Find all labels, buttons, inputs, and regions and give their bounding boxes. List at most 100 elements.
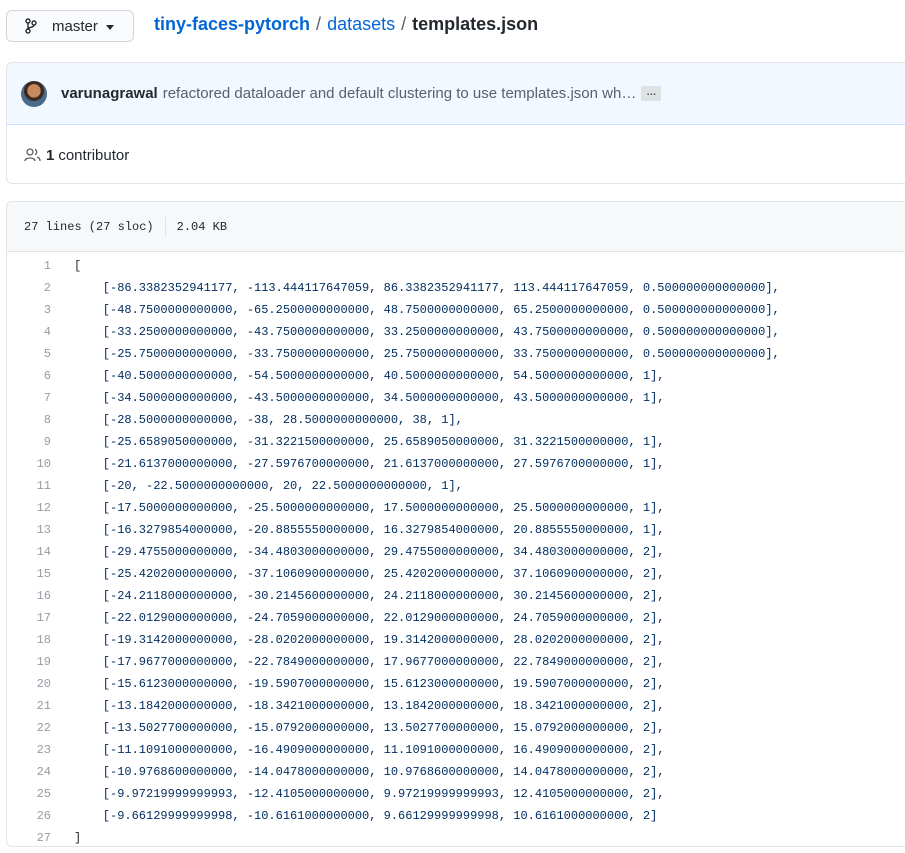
line-number[interactable]: 12 bbox=[7, 497, 74, 519]
user-avatar[interactable] bbox=[21, 80, 47, 107]
code-line-content: [-24.2118000000000, -30.2145600000000, 2… bbox=[74, 589, 665, 603]
file-line-count: 27 lines (27 sloc) bbox=[24, 219, 154, 234]
code-line: 17 [-22.0129000000000, -24.7059000000000… bbox=[7, 607, 905, 629]
code-line-content: [-13.1842000000000, -18.3421000000000, 1… bbox=[74, 699, 665, 713]
code-line-content: [-29.4755000000000, -34.4803000000000, 2… bbox=[74, 545, 665, 559]
breadcrumb-folder-link[interactable]: datasets bbox=[327, 14, 395, 34]
line-number[interactable]: 22 bbox=[7, 717, 74, 739]
code-line: 7 [-34.5000000000000, -43.5000000000000,… bbox=[7, 387, 905, 409]
people-icon bbox=[24, 147, 42, 163]
line-number[interactable]: 27 bbox=[7, 827, 74, 849]
line-number[interactable]: 4 bbox=[7, 321, 74, 343]
line-number[interactable]: 18 bbox=[7, 629, 74, 651]
file-info-header: 27 lines (27 sloc) 2.04 KB bbox=[7, 202, 905, 252]
code-line: 11 [-20, -22.5000000000000, 20, 22.50000… bbox=[7, 475, 905, 497]
code-line-content: [-17.9677000000000, -22.7849000000000, 1… bbox=[74, 655, 665, 669]
code-line-content: [-9.97219999999993, -12.4105000000000, 9… bbox=[74, 787, 665, 801]
breadcrumb-file-name: templates.json bbox=[412, 14, 539, 34]
line-number[interactable]: 17 bbox=[7, 607, 74, 629]
line-number[interactable]: 6 bbox=[7, 365, 74, 387]
line-number[interactable]: 13 bbox=[7, 519, 74, 541]
file-viewer: 27 lines (27 sloc) 2.04 KB 1[2 [-86.3382… bbox=[6, 201, 905, 847]
line-number[interactable]: 14 bbox=[7, 541, 74, 563]
code-line: 22 [-13.5027700000000, -15.0792000000000… bbox=[7, 717, 905, 739]
code-line: 19 [-17.9677000000000, -22.7849000000000… bbox=[7, 651, 905, 673]
code-line: 18 [-19.3142000000000, -28.0202000000000… bbox=[7, 629, 905, 651]
commit-header: varunagrawal refactored dataloader and d… bbox=[7, 63, 905, 125]
code-line: 10 [-21.6137000000000, -27.5976700000000… bbox=[7, 453, 905, 475]
code-line: 12 [-17.5000000000000, -25.5000000000000… bbox=[7, 497, 905, 519]
code-line-content: [-16.3279854000000, -20.8855550000000, 1… bbox=[74, 523, 665, 537]
code-line-content: [-9.66129999999998, -10.6161000000000, 9… bbox=[74, 809, 658, 823]
breadcrumb-repo-link[interactable]: tiny-faces-pytorch bbox=[154, 14, 310, 34]
code-line-content: [-17.5000000000000, -25.5000000000000, 1… bbox=[74, 501, 665, 515]
git-branch-icon bbox=[25, 18, 39, 34]
code-line-content: ] bbox=[74, 831, 82, 845]
line-number[interactable]: 5 bbox=[7, 343, 74, 365]
line-number[interactable]: 20 bbox=[7, 673, 74, 695]
code-line: 27] bbox=[7, 827, 905, 849]
line-number[interactable]: 1 bbox=[7, 255, 74, 277]
breadcrumb: tiny-faces-pytorch / datasets / templates.js… bbox=[154, 12, 538, 36]
latest-commit-box: varunagrawal refactored dataloader and d… bbox=[6, 62, 905, 184]
code-line: 1[ bbox=[7, 255, 905, 277]
code-line: 21 [-13.1842000000000, -18.3421000000000… bbox=[7, 695, 905, 717]
code-line-content: [-25.6589050000000, -31.3221500000000, 2… bbox=[74, 435, 665, 449]
branch-label: master bbox=[52, 17, 98, 35]
code-line-content: [-25.7500000000000, -33.7500000000000, 2… bbox=[74, 347, 780, 361]
code-line: 23 [-11.1091000000000, -16.4909000000000… bbox=[7, 739, 905, 761]
code-line: 26 [-9.66129999999998, -10.6161000000000… bbox=[7, 805, 905, 827]
line-number[interactable]: 26 bbox=[7, 805, 74, 827]
code-line-content: [-28.5000000000000, -38, 28.500000000000… bbox=[74, 413, 463, 427]
line-number[interactable]: 8 bbox=[7, 409, 74, 431]
contributor-count: 1 bbox=[46, 146, 55, 164]
code-line-content: [-22.0129000000000, -24.7059000000000, 2… bbox=[74, 611, 665, 625]
code-line-content: [-25.4202000000000, -37.1060900000000, 2… bbox=[74, 567, 665, 581]
line-number[interactable]: 19 bbox=[7, 651, 74, 673]
line-number[interactable]: 23 bbox=[7, 739, 74, 761]
code-line: 2 [-86.3382352941177, -113.444117647059,… bbox=[7, 277, 905, 299]
line-number[interactable]: 3 bbox=[7, 299, 74, 321]
code-line: 20 [-15.6123000000000, -19.5907000000000… bbox=[7, 673, 905, 695]
caret-down-icon bbox=[105, 24, 114, 30]
file-size: 2.04 KB bbox=[176, 219, 228, 234]
line-number[interactable]: 2 bbox=[7, 277, 74, 299]
code-line-content: [-10.9768600000000, -14.0478000000000, 1… bbox=[74, 765, 665, 779]
code-line: 16 [-24.2118000000000, -30.2145600000000… bbox=[7, 585, 905, 607]
line-number[interactable]: 7 bbox=[7, 387, 74, 409]
code-listing: 1[2 [-86.3382352941177, -113.44411764705… bbox=[7, 252, 905, 849]
code-line-content: [-21.6137000000000, -27.5976700000000, 2… bbox=[74, 457, 665, 471]
code-line-content: [ bbox=[74, 259, 82, 273]
commit-message-link[interactable]: refactored dataloader and default cluste… bbox=[163, 85, 637, 102]
code-line-content: [-86.3382352941177, -113.444117647059, 8… bbox=[74, 281, 780, 295]
code-line-content: [-20, -22.5000000000000, 20, 22.50000000… bbox=[74, 479, 463, 493]
line-number[interactable]: 10 bbox=[7, 453, 74, 475]
file-info-divider bbox=[164, 216, 166, 237]
code-line: 3 [-48.7500000000000, -65.2500000000000,… bbox=[7, 299, 905, 321]
code-line-content: [-11.1091000000000, -16.4909000000000, 1… bbox=[74, 743, 665, 757]
code-line-content: [-48.7500000000000, -65.2500000000000, 4… bbox=[74, 303, 780, 317]
line-number[interactable]: 16 bbox=[7, 585, 74, 607]
line-number[interactable]: 25 bbox=[7, 783, 74, 805]
code-line: 8 [-28.5000000000000, -38, 28.5000000000… bbox=[7, 409, 905, 431]
line-number[interactable]: 11 bbox=[7, 475, 74, 497]
code-line: 9 [-25.6589050000000, -31.3221500000000,… bbox=[7, 431, 905, 453]
code-line: 15 [-25.4202000000000, -37.1060900000000… bbox=[7, 563, 905, 585]
branch-select-button[interactable]: master bbox=[6, 10, 134, 42]
line-number[interactable]: 9 bbox=[7, 431, 74, 453]
commit-author-link[interactable]: varunagrawal bbox=[61, 85, 158, 102]
code-line: 6 [-40.5000000000000, -54.5000000000000,… bbox=[7, 365, 905, 387]
line-number[interactable]: 21 bbox=[7, 695, 74, 717]
code-line-content: [-13.5027700000000, -15.0792000000000, 1… bbox=[74, 721, 665, 735]
code-line-content: [-19.3142000000000, -28.0202000000000, 1… bbox=[74, 633, 665, 647]
line-number[interactable]: 24 bbox=[7, 761, 74, 783]
expand-commit-message-button[interactable]: … bbox=[641, 86, 662, 101]
code-line-content: [-40.5000000000000, -54.5000000000000, 4… bbox=[74, 369, 665, 383]
code-line-content: [-15.6123000000000, -19.5907000000000, 1… bbox=[74, 677, 665, 691]
contributors-row[interactable]: 1 contributor bbox=[7, 125, 905, 185]
line-number[interactable]: 15 bbox=[7, 563, 74, 585]
code-line: 25 [-9.97219999999993, -12.4105000000000… bbox=[7, 783, 905, 805]
code-line-content: [-33.2500000000000, -43.7500000000000, 3… bbox=[74, 325, 780, 339]
contributor-label: contributor bbox=[58, 146, 130, 164]
code-line: 13 [-16.3279854000000, -20.8855550000000… bbox=[7, 519, 905, 541]
